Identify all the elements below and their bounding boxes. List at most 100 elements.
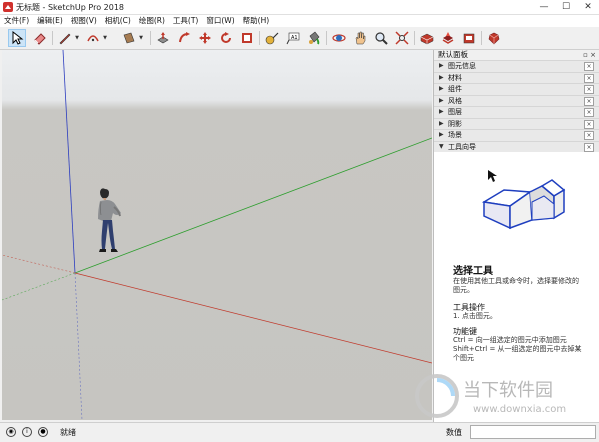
eraser-tool-button[interactable]: [31, 29, 49, 47]
pan-tool-button[interactable]: [351, 29, 369, 47]
follow-me-tool-button[interactable]: [175, 29, 193, 47]
status-bar: ◉ i ● 就绪 数值: [0, 422, 599, 442]
menu-draw[interactable]: 绘图(R): [135, 15, 169, 27]
tray-header: 默认面板 ▫ ×: [434, 50, 599, 60]
red-axis: [74, 272, 432, 364]
panel-close-button[interactable]: ×: [584, 119, 594, 129]
panel-instructor[interactable]: ▼ 工具向导 ×: [434, 140, 599, 152]
select-tool-button[interactable]: [8, 29, 26, 47]
menu-file[interactable]: 文件(F): [0, 15, 33, 27]
green-axis-dashed: [2, 272, 76, 301]
rotate-tool-button[interactable]: [217, 29, 235, 47]
expand-arrow-icon: ▶: [439, 62, 444, 69]
expand-arrow-icon: ▶: [439, 85, 444, 92]
close-button[interactable]: ✕: [577, 0, 599, 14]
line-tool-button[interactable]: [56, 29, 74, 47]
collapse-arrow-icon: ▼: [439, 142, 444, 150]
user-account-icon[interactable]: ●: [38, 427, 48, 437]
blue-axis: [62, 50, 76, 274]
menu-tools[interactable]: 工具(T): [169, 15, 202, 27]
panel-materials[interactable]: ▶ 材料 ×: [434, 71, 599, 83]
orbit-icon: [332, 34, 346, 42]
minimize-button[interactable]: —: [533, 0, 555, 14]
panel-close-button[interactable]: ×: [584, 96, 594, 106]
warehouse-button[interactable]: [418, 29, 436, 47]
svg-text:A1: A1: [291, 35, 298, 41]
text-tool-button[interactable]: A1: [284, 29, 302, 47]
panel-styles[interactable]: ▶ 风格 ×: [434, 94, 599, 106]
3d-warehouse-icon: [420, 33, 434, 45]
extension-warehouse-icon: [463, 33, 475, 44]
panel-layers[interactable]: ▶ 图层 ×: [434, 106, 599, 118]
panel-components[interactable]: ▶ 组件 ×: [434, 83, 599, 95]
rectangle-tool-button[interactable]: [120, 29, 138, 47]
panel-label: 场景: [448, 131, 462, 139]
scale-figure-person: [98, 188, 121, 252]
panel-label: 图层: [448, 108, 462, 116]
blue-axis-dashed: [74, 272, 83, 420]
modeling-viewport[interactable]: [2, 50, 432, 420]
modifier-keys-text: Ctrl = 向一组选定的图元中添加图元 Shift+Ctrl = 从一组选定的…: [453, 336, 582, 362]
arc-tool-dropdown[interactable]: ▼: [102, 35, 108, 41]
watermark-name: 当下软件园: [463, 380, 553, 401]
menu-edit[interactable]: 编辑(E): [33, 15, 67, 27]
magnifier-icon: [375, 32, 388, 45]
panel-label: 组件: [448, 85, 462, 93]
menu-bar: 文件(F) 编辑(E) 视图(V) 相机(C) 绘图(R) 工具(T) 窗口(W…: [0, 15, 599, 27]
maximize-button[interactable]: ☐: [555, 0, 577, 14]
move-arrows-icon: [199, 32, 211, 44]
panel-close-button[interactable]: ×: [584, 142, 594, 152]
expand-arrow-icon: ▶: [439, 119, 444, 127]
extension-warehouse-button[interactable]: [460, 29, 478, 47]
paint-bucket-icon: [309, 31, 320, 45]
arrow-cursor-icon: [12, 31, 24, 45]
shape-tool-dropdown[interactable]: ▼: [138, 35, 144, 41]
menu-view[interactable]: 视图(V): [67, 15, 101, 27]
paint-bucket-tool-button[interactable]: [305, 29, 323, 47]
panel-close-button[interactable]: ×: [584, 73, 594, 83]
hand-icon: [355, 31, 366, 45]
push-pull-icon: [157, 32, 169, 44]
orbit-tool-button[interactable]: [330, 29, 348, 47]
geo-location-icon[interactable]: ◉: [6, 427, 16, 437]
push-pull-tool-button[interactable]: [154, 29, 172, 47]
menu-window[interactable]: 窗口(W): [202, 15, 238, 27]
tray-controls[interactable]: ▫ ×: [583, 50, 596, 60]
panel-shadows[interactable]: ▶ 阴影 ×: [434, 117, 599, 129]
panel-close-button[interactable]: ×: [584, 108, 594, 117]
extension-manager-button[interactable]: [485, 29, 503, 47]
red-axis-dashed: [2, 254, 76, 274]
panel-scenes[interactable]: ▶ 场景 ×: [434, 129, 599, 141]
credits-icon[interactable]: i: [22, 427, 32, 437]
expand-arrow-icon: ▶: [439, 131, 444, 138]
ruby-gem-icon: [488, 32, 500, 45]
operation-text: 1. 点击图元。: [453, 312, 497, 320]
zoom-tool-button[interactable]: [372, 29, 390, 47]
instructor-description: 在使用其他工具或命令时，选择要修改的图元。: [453, 277, 579, 294]
expand-arrow-icon: ▶: [439, 73, 444, 81]
panel-close-button[interactable]: ×: [584, 62, 594, 71]
zoom-extents-icon: [395, 31, 409, 45]
menu-camera[interactable]: 相机(C): [101, 15, 135, 27]
share-model-button[interactable]: [439, 29, 457, 47]
pencil-icon: [59, 33, 71, 45]
tape-measure-tool-button[interactable]: [263, 29, 281, 47]
measurements-input[interactable]: [470, 425, 596, 439]
green-axis: [74, 137, 432, 274]
scene-canvas: [2, 50, 432, 420]
panel-label: 阴影: [448, 119, 462, 128]
zoom-extents-tool-button[interactable]: [393, 29, 411, 47]
panel-label: 风格: [448, 96, 462, 105]
rectangle-icon: [123, 32, 135, 44]
panel-entity-info[interactable]: ▶ 图元信息 ×: [434, 60, 599, 72]
panel-label: 工具向导: [448, 142, 476, 151]
menu-help[interactable]: 帮助(H): [239, 15, 274, 27]
panel-label: 材料: [448, 73, 462, 82]
panel-close-button[interactable]: ×: [584, 131, 594, 140]
line-tool-dropdown[interactable]: ▼: [74, 35, 80, 41]
text-label-icon: A1: [286, 32, 300, 45]
arc-tool-button[interactable]: [84, 29, 102, 47]
move-tool-button[interactable]: [196, 29, 214, 47]
scale-tool-button[interactable]: [238, 29, 256, 47]
panel-close-button[interactable]: ×: [584, 85, 594, 94]
